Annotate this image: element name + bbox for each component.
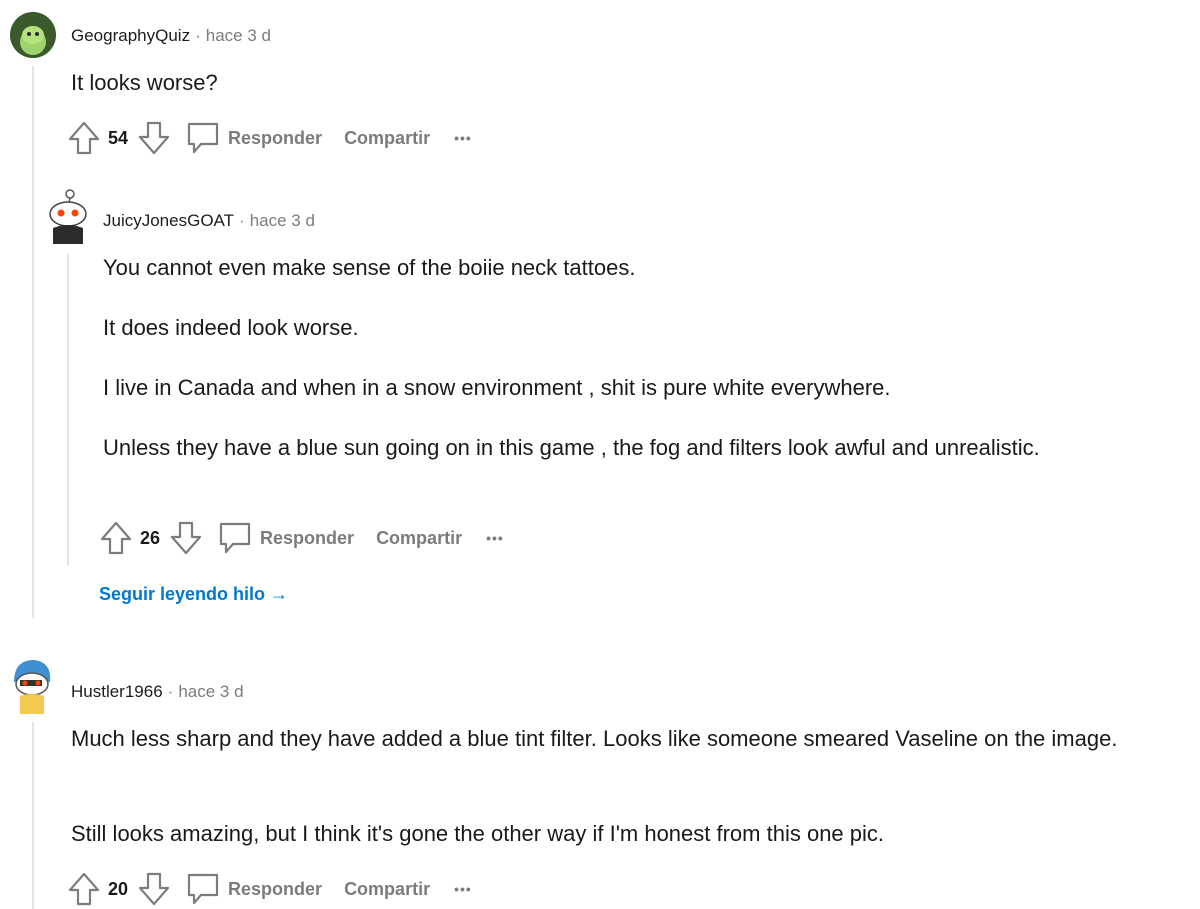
comment-meta: GeographyQuiz · hace 3 d — [71, 26, 271, 46]
downvote-icon[interactable] — [170, 520, 202, 556]
share-button[interactable]: Compartir — [344, 879, 430, 900]
meta-separator: · — [195, 26, 201, 45]
comment-paragraph: It does indeed look worse. — [103, 315, 359, 340]
meta-separator: · — [167, 682, 174, 701]
vote-score: 20 — [108, 878, 129, 899]
comment-actions: 54 Responder Compartir ••• — [68, 118, 472, 158]
thread-line-1[interactable] — [32, 66, 34, 618]
comment-paragraph: You cannot even make sense of the boiie … — [103, 255, 636, 280]
reply-button[interactable]: Responder — [228, 128, 322, 149]
author-name[interactable]: GeographyQuiz — [71, 26, 190, 45]
vote-score: 26 — [140, 527, 161, 548]
downvote-icon[interactable] — [138, 120, 170, 156]
comment-meta: Hustler1966 · hace 3 d — [71, 682, 244, 702]
reply-button[interactable]: Responder — [228, 879, 322, 900]
comment-paragraph: I live in Canada and when in a snow envi… — [103, 375, 891, 400]
upvote-icon[interactable] — [68, 871, 100, 907]
avatar[interactable] — [8, 656, 54, 716]
thread-line-3[interactable] — [32, 722, 34, 909]
comment-paragraph: Unless they have a blue sun going on in … — [103, 435, 1040, 460]
avatar[interactable] — [10, 12, 56, 58]
comment-meta: JuicyJonesGOAT · hace 3 d — [103, 211, 315, 231]
comment-bubble-icon[interactable] — [186, 871, 220, 907]
comment-bubble-icon[interactable] — [218, 520, 252, 556]
author-name[interactable]: JuicyJonesGOAT — [103, 211, 234, 230]
meta-separator: · — [239, 211, 245, 230]
vote-score: 54 — [108, 127, 129, 148]
continue-thread-link[interactable]: Seguir leyendo hilo → — [99, 584, 288, 605]
downvote-icon[interactable] — [138, 871, 170, 907]
comment-actions: 26 Responder Compartir ••• — [100, 518, 504, 558]
comment-timestamp[interactable]: hace 3 d — [206, 26, 271, 45]
reply-button[interactable]: Responder — [260, 528, 354, 549]
comment-paragraph: Still looks amazing, but I think it's go… — [71, 821, 885, 846]
more-options-icon[interactable]: ••• — [454, 881, 472, 897]
more-options-icon[interactable]: ••• — [486, 530, 504, 546]
more-options-icon[interactable]: ••• — [454, 130, 472, 146]
thread-line-2[interactable] — [67, 254, 69, 566]
avatar[interactable] — [45, 188, 91, 246]
comment-actions: 20 Responder Compartir ••• — [68, 869, 472, 909]
comment-paragraph: Much less sharp and they have added a bl… — [71, 726, 1118, 751]
share-button[interactable]: Compartir — [376, 528, 462, 549]
share-button[interactable]: Compartir — [344, 128, 430, 149]
comment-timestamp[interactable]: hace 3 d — [250, 211, 315, 230]
upvote-icon[interactable] — [100, 520, 132, 556]
comment-timestamp[interactable]: hace 3 d — [178, 682, 243, 701]
author-name[interactable]: Hustler1966 — [71, 682, 163, 701]
comment-bubble-icon[interactable] — [186, 120, 220, 156]
upvote-icon[interactable] — [68, 120, 100, 156]
comment-text: It looks worse? — [71, 70, 218, 95]
